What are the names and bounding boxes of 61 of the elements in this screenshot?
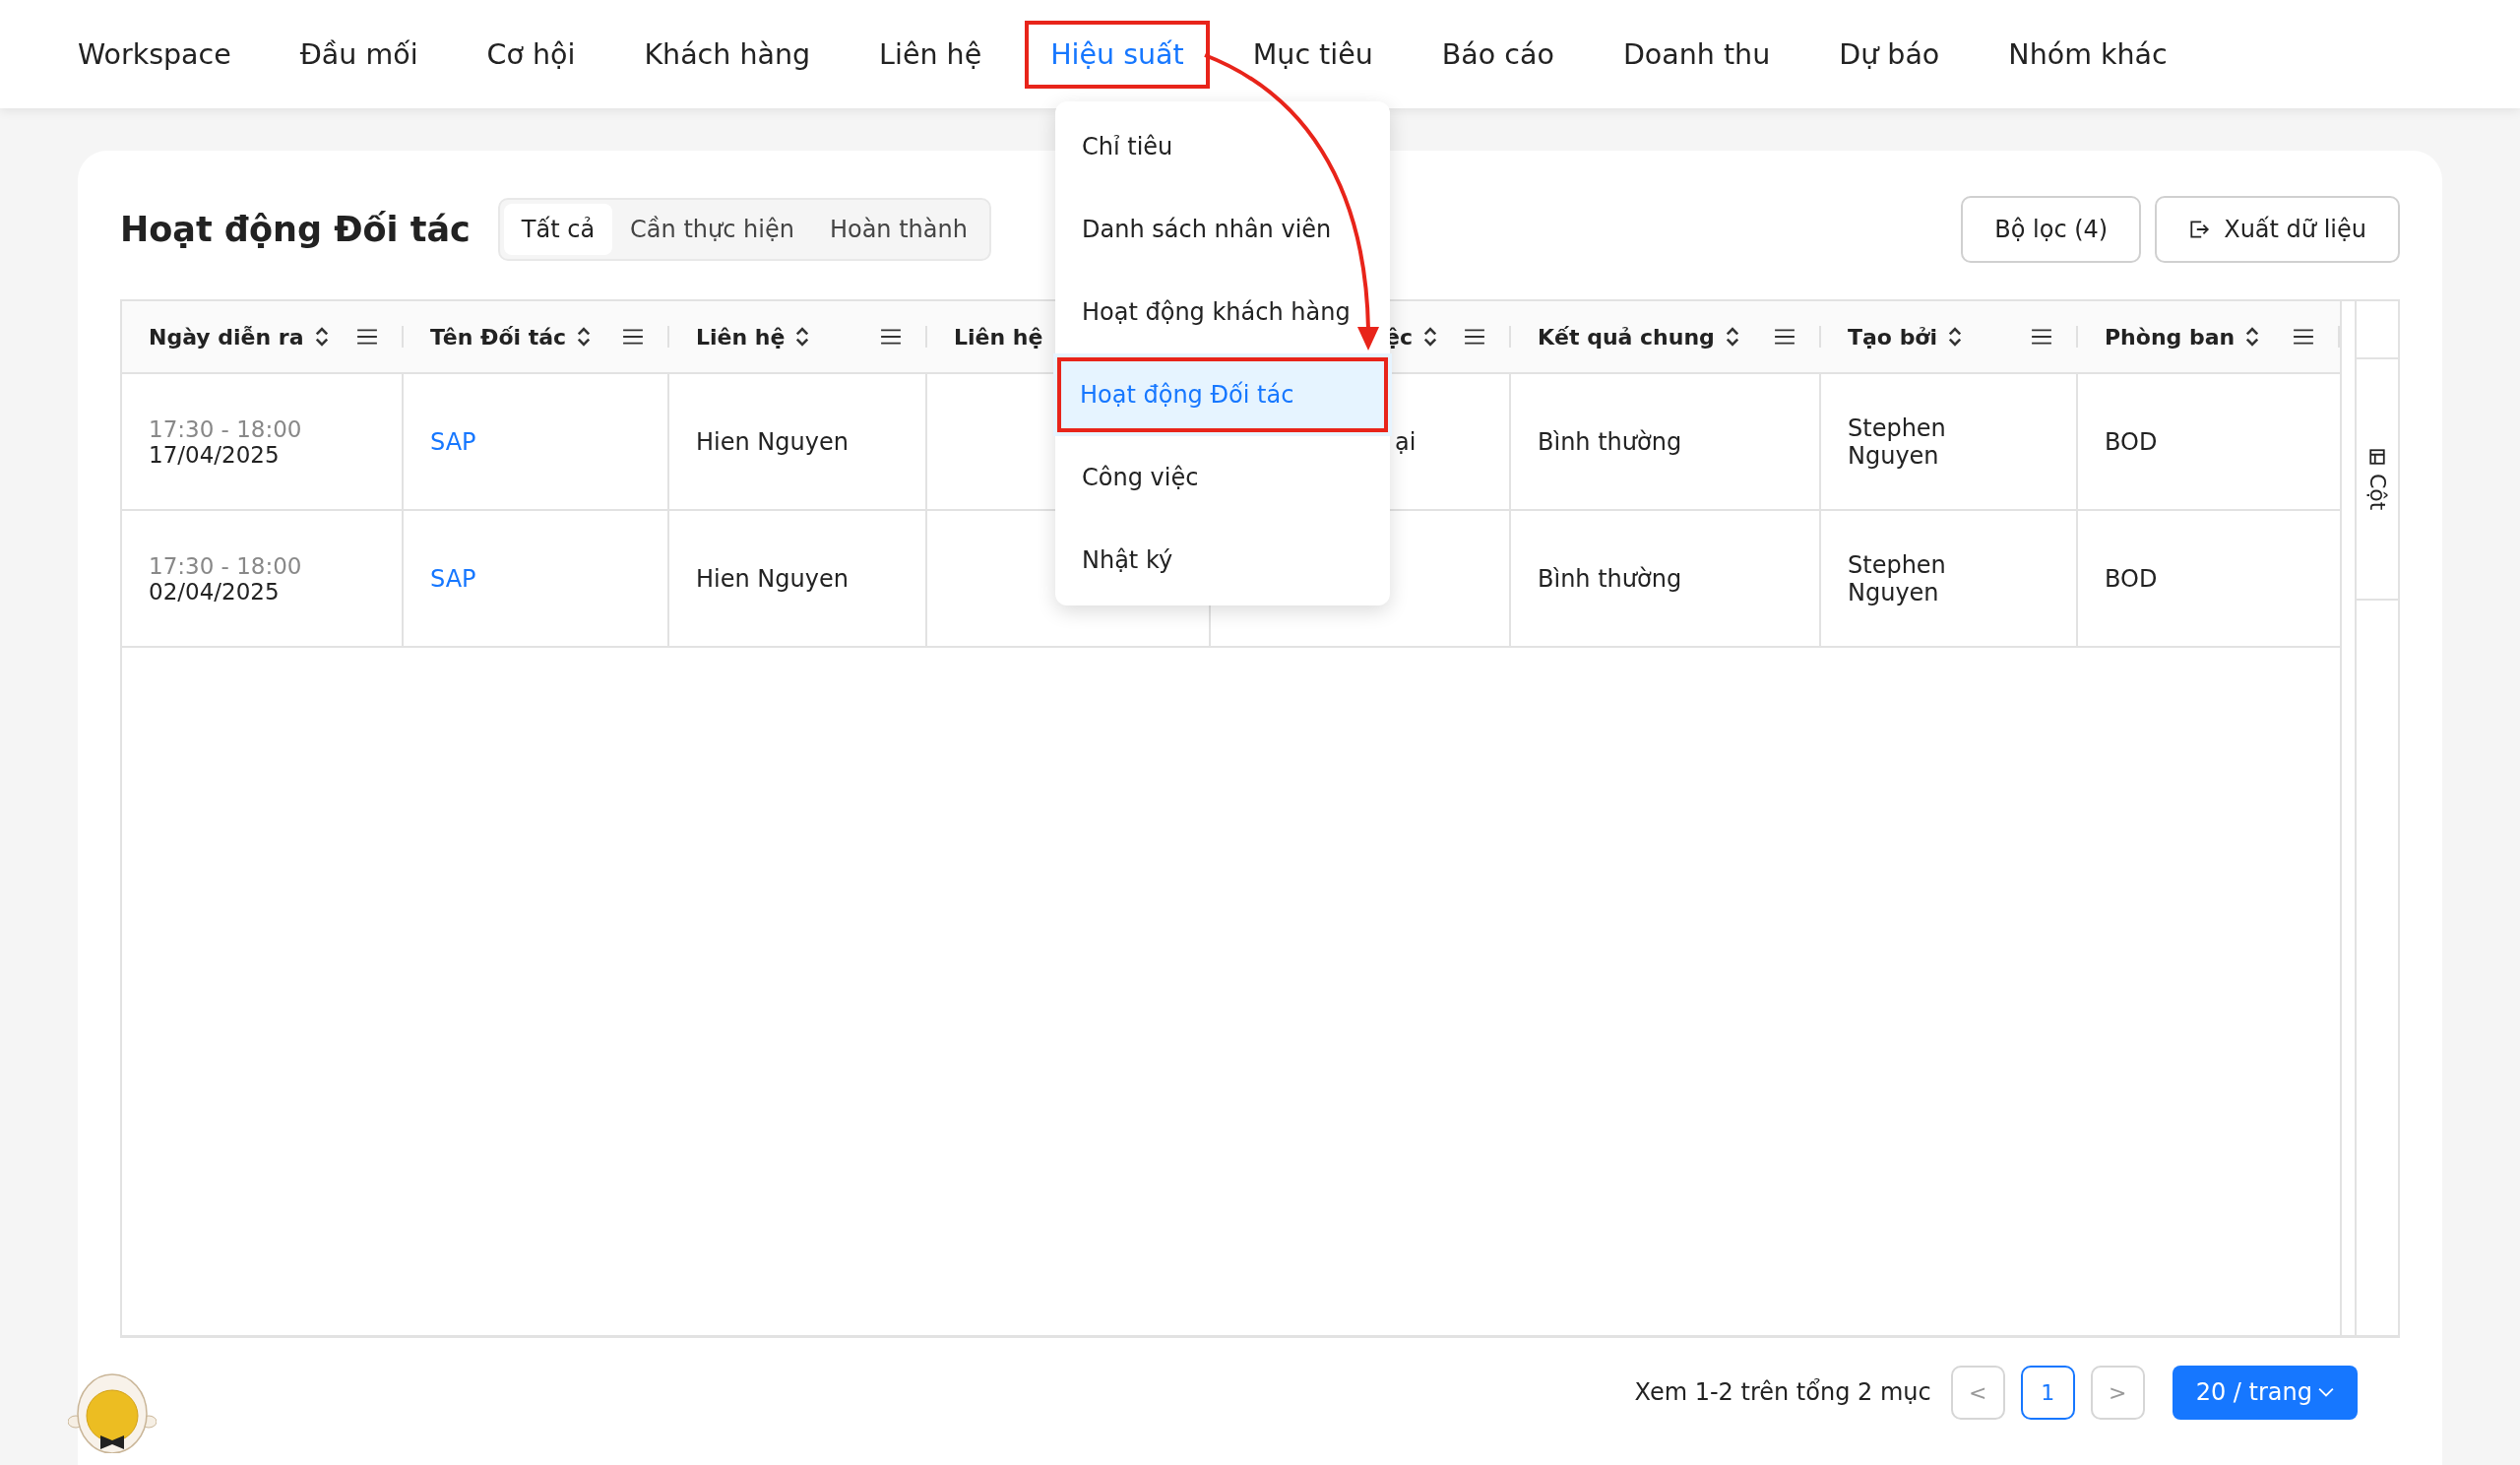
column-header: Tạo bởi (1848, 324, 1938, 350)
date-text: 02/04/2025 (149, 578, 281, 605)
table-cell: Hien Nguyen (696, 427, 849, 456)
table-cell: BOD (2105, 564, 2158, 593)
column-header: Kết quả chung (1538, 324, 1715, 350)
column-menu-icon[interactable] (356, 328, 378, 346)
column-header: Liên hệ (696, 324, 786, 350)
column-menu-icon[interactable] (1464, 328, 1485, 346)
export-label: Xuất dữ liệu (2224, 216, 2366, 243)
nav-tab[interactable]: Doanh thu (1622, 24, 1771, 85)
menu-item[interactable]: Hoạt động khách hàng (1055, 271, 1390, 353)
table-cell-text: Stephen Nguyen (1848, 414, 1947, 470)
column-header: Ngày diễn ra (149, 324, 304, 350)
time-range: 17:30 - 18:00 (149, 552, 302, 579)
nav-tab[interactable]: Mục tiêu (1252, 24, 1373, 85)
column-menu-icon[interactable] (1774, 328, 1796, 346)
mascot-icon[interactable] (68, 1370, 157, 1453)
table-icon (2368, 447, 2386, 466)
filter-tab[interactable]: Hoàn thành (811, 204, 985, 255)
nav-tab[interactable]: Nhóm khác (2008, 24, 2168, 85)
column-menu-icon[interactable] (2031, 328, 2052, 346)
menu-item[interactable]: Danh sách nhân viên (1055, 188, 1390, 271)
table-cell: Hien Nguyen (696, 564, 849, 593)
nav-tab[interactable]: Đầu mối (299, 24, 418, 85)
table-cell: Bình thường (1538, 427, 1682, 456)
nav-tab[interactable]: Liên hệ (879, 24, 982, 85)
page-title: Hoạt động Đối tác (120, 210, 471, 249)
partner-link[interactable]: SAP (430, 427, 476, 456)
filter-tab[interactable]: Tất cả (503, 204, 613, 255)
export-icon (2188, 219, 2211, 240)
table-cell: ại (1395, 427, 1417, 456)
pagination-summary: Xem 1-2 trên tổng 2 mục (1634, 1378, 1931, 1406)
filter-tab[interactable]: Cần thực hiện (612, 204, 812, 255)
menu-item[interactable]: Nhật ký (1055, 519, 1390, 602)
page-size-select[interactable]: 20 / trang (2172, 1365, 2358, 1420)
nav-tab[interactable]: Cơ hội (486, 24, 576, 85)
filter-button[interactable]: Bộ lọc (4) (1961, 196, 2142, 263)
page-size-label: 20 / trang (2195, 1378, 2312, 1406)
column-header: Tên Đối tác (430, 324, 567, 350)
page-button[interactable]: 1 (2020, 1365, 2075, 1420)
table-cell: Bình thường (1538, 564, 1682, 593)
date-text: 17/04/2025 (149, 441, 281, 468)
partner-link[interactable]: SAP (430, 564, 476, 593)
menu-item[interactable]: Công việc (1055, 436, 1390, 519)
menu-item[interactable]: Hoạt động Đối tác (1053, 353, 1392, 436)
column-menu-icon[interactable] (2293, 328, 2314, 346)
column-header: Phòng ban (2105, 324, 2236, 350)
column-menu-icon[interactable] (880, 328, 902, 346)
nav-tab[interactable]: Dự báo (1839, 24, 1940, 85)
export-button[interactable]: Xuất dữ liệu (2155, 196, 2400, 263)
column-header: Liên hệ (954, 324, 1043, 350)
time-range: 17:30 - 18:00 (149, 415, 302, 442)
chevron-down-icon (2318, 1386, 2334, 1398)
column-menu-icon[interactable] (622, 328, 644, 346)
columns-label: Cột (2364, 473, 2390, 511)
table-cell-text: Stephen Nguyen (1848, 550, 1947, 606)
menu-item[interactable]: Chỉ tiêu (1055, 105, 1390, 188)
nav-tab[interactable]: Khách hàng (644, 24, 811, 85)
nav-tab[interactable]: Báo cáo (1441, 24, 1554, 85)
table-cell: BOD (2105, 427, 2158, 456)
nav-tab[interactable]: Workspace (78, 24, 231, 85)
